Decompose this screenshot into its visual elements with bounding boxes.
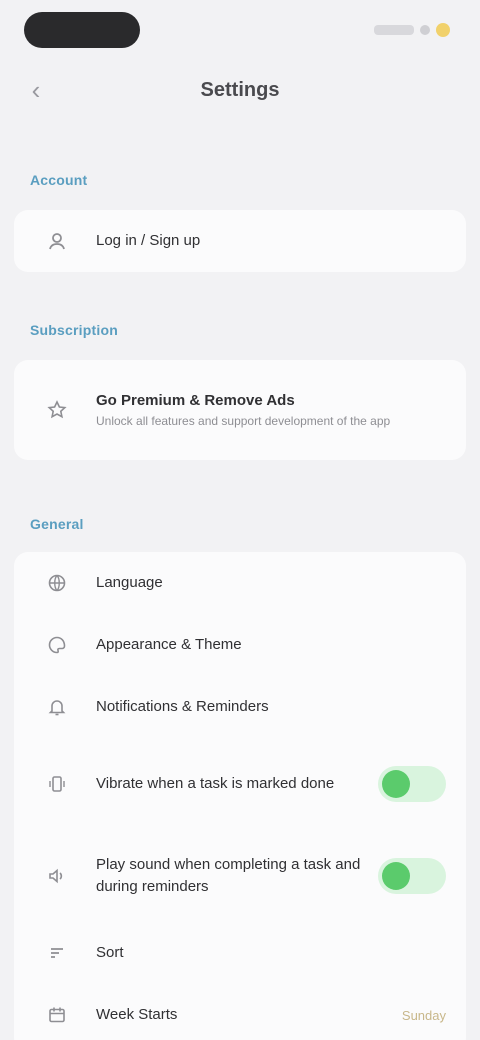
row-label: Sort (96, 944, 124, 962)
row-text: Appearance & Theme (96, 634, 446, 656)
row-text: Go Premium & Remove Ads Unlock all featu… (96, 390, 446, 431)
row-text: Log in / Sign up (96, 230, 446, 252)
row-text: Language (96, 572, 446, 594)
sort-icon (40, 936, 74, 970)
section-label-subscription: Subscription (30, 322, 118, 338)
vibrate-icon (40, 767, 74, 801)
row-premium[interactable]: Go Premium & Remove Ads Unlock all featu… (14, 360, 466, 460)
general-card: Language Appearance & Theme Notification… (14, 552, 466, 1040)
toggle-knob (382, 770, 410, 798)
nav-bar: ‹ Settings (0, 64, 480, 116)
row-vibrate: Vibrate when a task is marked done (14, 738, 466, 830)
status-bar (0, 0, 480, 60)
row-label: Language (96, 574, 163, 592)
row-label: Go Premium & Remove Ads (96, 391, 295, 409)
bell-icon (40, 690, 74, 724)
row-appearance[interactable]: Appearance & Theme (14, 614, 466, 676)
row-sort[interactable]: Sort (14, 922, 466, 984)
page-title: Settings (200, 78, 280, 101)
row-label: Notifications & Reminders (96, 698, 269, 716)
status-icons (374, 22, 450, 38)
signal-icon (374, 25, 414, 35)
row-label: Play sound when completing a task and du… (96, 856, 361, 895)
row-week-starts[interactable]: Week Starts Sunday (14, 984, 466, 1040)
row-text: Notifications & Reminders (96, 696, 446, 718)
row-label: Vibrate when a task is marked done (96, 775, 335, 793)
row-language[interactable]: Language (14, 552, 466, 614)
row-sublabel: Unlock all features and support developm… (96, 414, 391, 429)
subscription-card: Go Premium & Remove Ads Unlock all featu… (14, 360, 466, 460)
row-text: Week Starts (96, 1004, 392, 1026)
account-card: Log in / Sign up (14, 210, 466, 272)
row-label: Appearance & Theme (96, 636, 242, 654)
section-label-general: General (30, 516, 84, 532)
row-sound: Play sound when completing a task and du… (14, 830, 466, 922)
row-text: Vibrate when a task is marked done (96, 773, 368, 795)
row-notifications[interactable]: Notifications & Reminders (14, 676, 466, 738)
battery-icon (436, 23, 450, 37)
row-text: Play sound when completing a task and du… (96, 854, 368, 898)
row-value: Sunday (401, 1007, 446, 1023)
sound-icon (40, 859, 74, 893)
section-label-account: Account (30, 172, 88, 188)
star-icon (40, 393, 74, 427)
sound-toggle[interactable] (378, 858, 446, 894)
palette-icon (40, 628, 74, 662)
row-label: Log in / Sign up (96, 232, 201, 250)
back-button[interactable]: ‹ (22, 76, 50, 104)
wifi-icon (420, 25, 430, 35)
toggle-knob (382, 862, 410, 890)
row-label: Week Starts (96, 1006, 178, 1024)
user-icon (40, 224, 74, 258)
calendar-icon (40, 998, 74, 1032)
globe-icon (40, 566, 74, 600)
vibrate-toggle[interactable] (378, 766, 446, 802)
status-time-pill (24, 12, 140, 48)
row-login[interactable]: Log in / Sign up (14, 210, 466, 272)
chevron-left-icon: ‹ (31, 75, 41, 105)
row-text: Sort (96, 942, 446, 964)
